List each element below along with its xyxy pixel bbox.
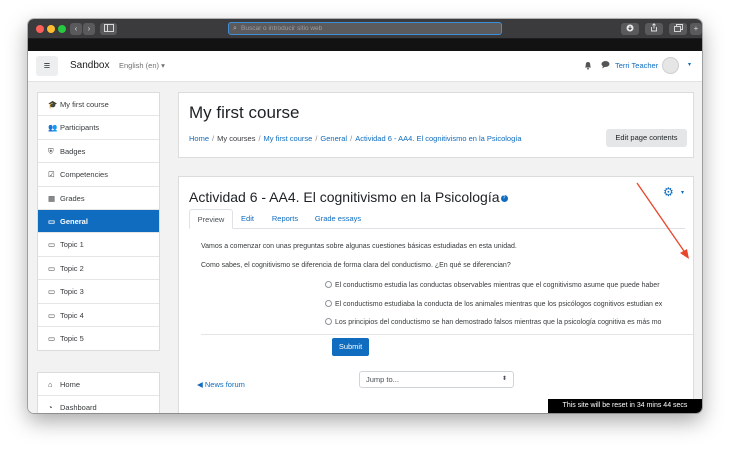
annotation-arrow-icon — [636, 182, 689, 259]
